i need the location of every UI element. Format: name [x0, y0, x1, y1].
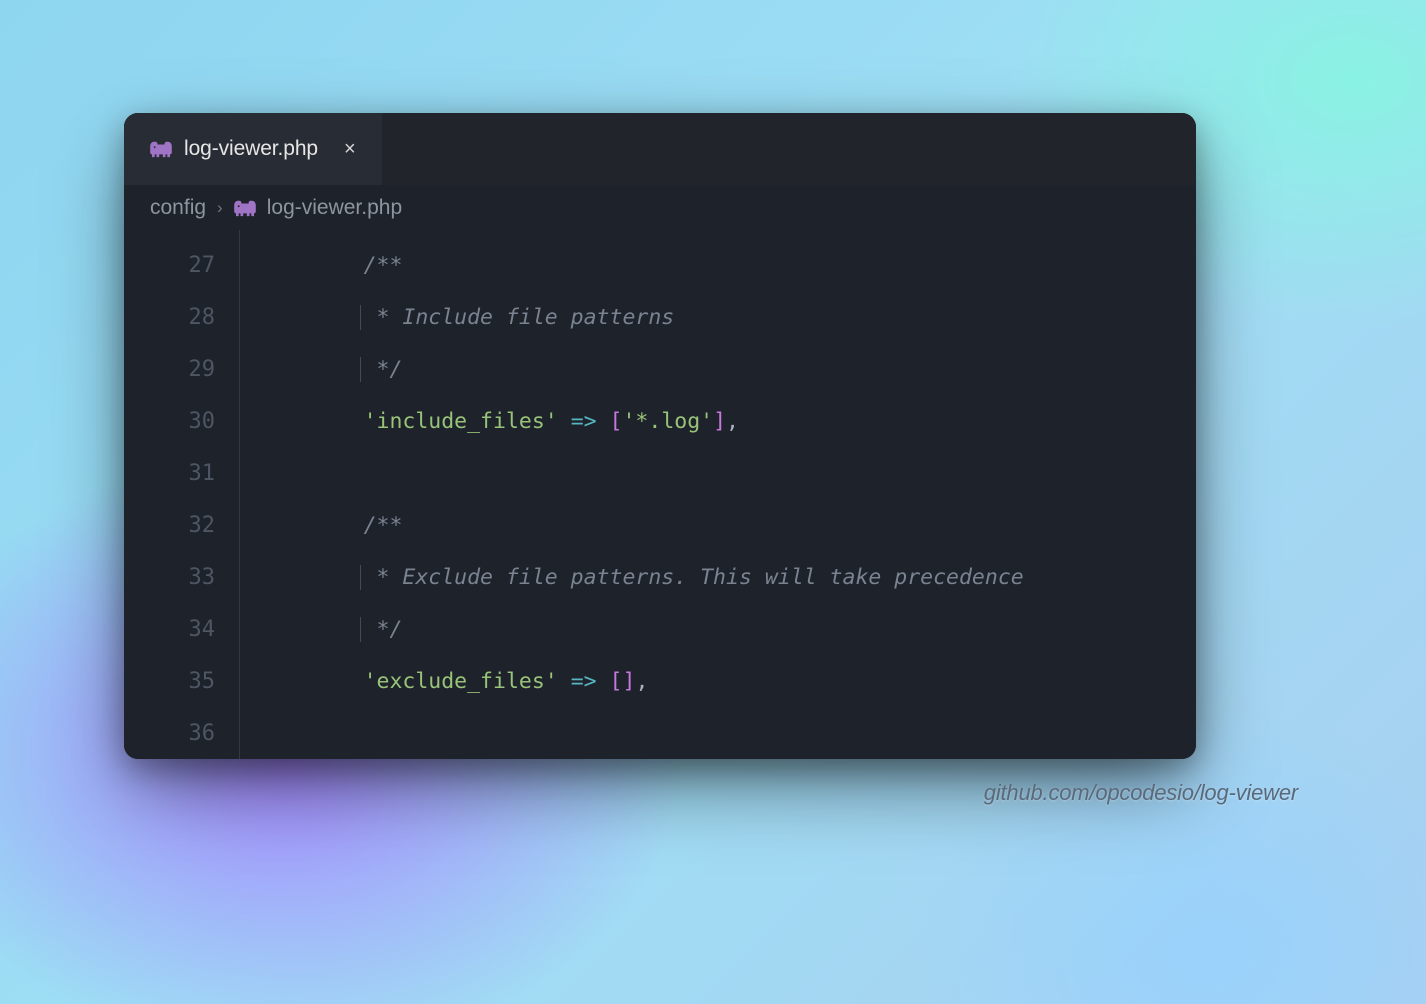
- close-icon[interactable]: ×: [340, 137, 360, 161]
- line-number: 28: [124, 292, 215, 344]
- line-number: 33: [124, 552, 215, 604]
- tab-filename: log-viewer.php: [184, 137, 318, 161]
- attribution-text: github.com/opcodesio/log-viewer: [984, 780, 1298, 806]
- breadcrumb-file[interactable]: log-viewer.php: [267, 196, 402, 220]
- line-number: 30: [124, 396, 215, 448]
- line-number: 27: [124, 240, 215, 292]
- code-editor[interactable]: 27282930313233343536 /** * Include file …: [124, 230, 1196, 759]
- tab-bar: log-viewer.php ×: [124, 113, 1196, 185]
- breadcrumb-folder[interactable]: config: [150, 196, 206, 220]
- php-elephant-icon: [234, 199, 256, 217]
- line-number: 29: [124, 344, 215, 396]
- line-number: 34: [124, 604, 215, 656]
- code-line[interactable]: /**: [260, 500, 1196, 552]
- line-number: 32: [124, 500, 215, 552]
- breadcrumb: config › log-viewer.php: [124, 185, 1196, 230]
- chevron-right-icon: ›: [217, 198, 223, 218]
- line-number-gutter: 27282930313233343536: [124, 230, 239, 759]
- code-line[interactable]: */: [260, 604, 1196, 656]
- code-line[interactable]: /**: [260, 240, 1196, 292]
- editor-window: log-viewer.php × config › log-viewer.php…: [124, 113, 1196, 759]
- php-elephant-icon: [150, 140, 172, 158]
- code-line[interactable]: [260, 448, 1196, 500]
- code-line[interactable]: 'include_files' => ['*.log'],: [260, 396, 1196, 448]
- code-line[interactable]: */: [260, 344, 1196, 396]
- code-line[interactable]: * Exclude file patterns. This will take …: [260, 552, 1196, 604]
- code-line[interactable]: 'exclude_files' => [],: [260, 656, 1196, 708]
- code-line[interactable]: [260, 708, 1196, 759]
- line-number: 35: [124, 656, 215, 708]
- line-number: 36: [124, 708, 215, 759]
- tab-active[interactable]: log-viewer.php ×: [124, 113, 383, 185]
- code-line[interactable]: * Include file patterns: [260, 292, 1196, 344]
- line-number: 31: [124, 448, 215, 500]
- code-content[interactable]: /** * Include file patterns */ 'include_…: [239, 230, 1196, 759]
